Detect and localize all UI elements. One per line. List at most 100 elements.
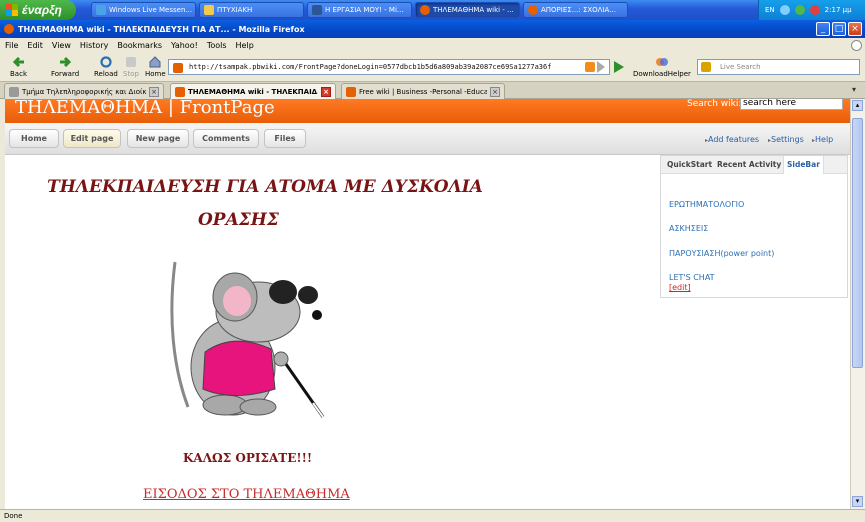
- wiki-search-label: Search wiki:: [687, 99, 742, 109]
- status-bar: Done: [0, 509, 865, 522]
- home-button[interactable]: Home: [145, 55, 166, 78]
- sidebar-tab-recent-activity[interactable]: Recent Activity: [717, 160, 781, 169]
- downloadhelper-button[interactable]: DownloadHelper: [633, 55, 691, 78]
- blind-mouse-image: [170, 261, 325, 418]
- menu-bookmarks[interactable]: Bookmarks: [117, 41, 162, 50]
- reload-label: Reload: [94, 70, 118, 78]
- taskbar-button-label: Η ΕΡΓΑΣΙΑ ΜΟΥ! - Mi...: [325, 6, 404, 14]
- go-button[interactable]: [614, 61, 624, 73]
- settings-link[interactable]: Settings: [768, 135, 804, 144]
- menu-history[interactable]: History: [80, 41, 108, 50]
- taskbar-button-word[interactable]: Η ΕΡΓΑΣΙΑ ΜΟΥ! - Mi...: [307, 2, 412, 18]
- search-input[interactable]: Live Search: [697, 59, 860, 75]
- site-title[interactable]: ΤΗΛΕΜΑΘΗΜΑ | FrontPage: [15, 99, 275, 118]
- nav-new-page[interactable]: New page: [127, 129, 189, 148]
- nav-files[interactable]: Files: [264, 129, 306, 148]
- tab-close-icon[interactable]: ×: [490, 86, 500, 97]
- sidebar-tab-quickstart[interactable]: QuickStart: [667, 160, 712, 169]
- menu-edit[interactable]: Edit: [27, 41, 43, 50]
- forward-label: Forward: [51, 70, 80, 78]
- language-indicator[interactable]: EN: [765, 6, 775, 14]
- address-bar[interactable]: http://tsampak.pbwiki.com/FrontPage?done…: [168, 59, 610, 75]
- taskbar-button-label: Windows Live Messen...: [109, 6, 193, 14]
- rss-feed-icon[interactable]: [585, 62, 595, 72]
- stop-icon: [125, 57, 136, 67]
- menu-yahoo[interactable]: Yahoo!: [171, 41, 198, 50]
- sidebar-link-chat[interactable]: LET'S CHAT: [669, 273, 715, 282]
- taskbar-button-label: ΑΠΟΡΙΕΣ...: ΣΧΟΛΙΑ...: [541, 6, 616, 14]
- home-icon: [149, 56, 161, 68]
- page-heading-line1: ΤΗΛΕΚΠΑΙΔΕΥΣΗ ΓΙΑ ΑΤΟΜΑ ΜΕ ΔΥΣΚΟΛΙΑ: [47, 177, 483, 197]
- sidebar-link-questionnaire[interactable]: ΕΡΩΤΗΜΑΤΟΛΟΓΙΟ: [669, 200, 744, 209]
- scrollbar-thumb[interactable]: [852, 118, 863, 368]
- sidebar-tab-sidebar[interactable]: SideBar: [783, 156, 824, 174]
- wiki-sidebar: QuickStart Recent Activity SideBar ΕΡΩΤΗ…: [660, 155, 848, 298]
- stop-button[interactable]: Stop: [123, 55, 139, 78]
- page-viewport: ΤΗΛΕΜΑΘΗΜΑ | FrontPage Search wiki: sear…: [5, 99, 850, 509]
- messenger-status-icon[interactable]: [794, 5, 805, 15]
- wiki-search-input[interactable]: search here: [740, 99, 843, 110]
- downloadhelper-icon: [655, 58, 668, 66]
- tab-close-icon[interactable]: ×: [321, 86, 331, 97]
- start-label: έναρξη: [22, 3, 62, 17]
- dropdown-arrow-icon[interactable]: [597, 61, 605, 73]
- menu-help[interactable]: Help: [236, 41, 254, 50]
- word-icon: [312, 5, 322, 15]
- taskbar-button-messenger[interactable]: Windows Live Messen...: [91, 2, 196, 18]
- tab-tei[interactable]: Τμήμα Τηλεπληροφορικής και Διοίκησ...×: [4, 83, 164, 99]
- reload-button[interactable]: Reload: [94, 55, 118, 78]
- taskbar-button-firefox-comments[interactable]: ΑΠΟΡΙΕΣ...: ΣΧΟΛΙΑ...: [523, 2, 628, 18]
- back-button[interactable]: Back: [10, 55, 27, 78]
- close-button[interactable]: ×: [848, 22, 862, 36]
- search-engine-icon: [701, 62, 711, 72]
- system-tray: EN 2:17 μμ: [758, 0, 865, 20]
- messenger-icon: [96, 5, 106, 15]
- menu-file[interactable]: File: [5, 41, 18, 50]
- forward-arrow-icon: [60, 56, 72, 68]
- wiki-nav: Home Edit page New page Comments Files A…: [5, 123, 850, 155]
- nav-home[interactable]: Home: [9, 129, 59, 148]
- page-heading-line2: ΟΡΑΣΗΣ: [198, 210, 279, 230]
- downloadhelper-label: DownloadHelper: [633, 70, 691, 78]
- taskbar-button-firefox-wiki[interactable]: ΤΗΛΕΜΑΘΗΜΑ wiki - ...: [415, 2, 520, 18]
- nav-comments[interactable]: Comments: [193, 129, 259, 148]
- tab-freewiki[interactable]: Free wiki | Business -Personal -Educati.…: [341, 83, 505, 99]
- url-text: http://tsampak.pbwiki.com/FrontPage?done…: [189, 63, 552, 71]
- tab-wiki[interactable]: ΤΗΛΕΜΑΘΗΜΑ wiki - ΤΗΛΕΚΠΑΙΔ... ×: [170, 83, 336, 99]
- page-icon: [346, 86, 356, 97]
- menu-tools[interactable]: Tools: [207, 41, 227, 50]
- page-icon: [175, 86, 185, 97]
- minimize-button[interactable]: _: [816, 22, 830, 36]
- scroll-up-icon[interactable]: ▴: [852, 100, 863, 111]
- firefox-icon: [4, 24, 14, 34]
- window-title: ΤΗΛΕΜΑΘΗΜΑ wiki - ΤΗΛΕΚΠΑΙΔΕΥΣΗ ΓΙΑ ΑΤ..…: [18, 24, 305, 34]
- search-placeholder: Live Search: [720, 63, 761, 71]
- sidebar-tabs: QuickStart Recent Activity SideBar: [661, 156, 847, 174]
- start-button[interactable]: έναρξη: [0, 0, 76, 20]
- network-icon[interactable]: [779, 5, 790, 15]
- sidebar-link-exercises[interactable]: ΑΣΚΗΣΕΙΣ: [669, 224, 708, 233]
- enter-course-link[interactable]: ΕΙΣΟΔΟΣ ΣΤΟ ΤΗΛΕΜΑΘΗΜΑ: [143, 487, 350, 502]
- site-favicon: [173, 63, 183, 73]
- taskbar-button-folder[interactable]: ΠΤΥΧΙΑΚΗ: [199, 2, 304, 18]
- tab-label: Τμήμα Τηλεπληροφορικής και Διοίκησ...: [22, 87, 146, 96]
- security-icon[interactable]: [809, 5, 820, 15]
- sidebar-edit-link[interactable]: [edit]: [669, 283, 691, 292]
- status-text: Done: [4, 512, 23, 520]
- sidebar-link-presentation[interactable]: ΠΑΡΟΥΣΙΑΣΗ(power point): [669, 249, 774, 258]
- add-features-link[interactable]: Add features: [705, 135, 759, 144]
- help-link[interactable]: Help: [812, 135, 833, 144]
- forward-button[interactable]: Forward: [51, 55, 79, 78]
- taskbar-button-label: ΤΗΛΕΜΑΘΗΜΑ wiki - ...: [433, 6, 514, 14]
- back-label: Back: [10, 70, 27, 78]
- clock: 2:17 μμ: [824, 6, 852, 14]
- maximize-button[interactable]: □: [832, 22, 846, 36]
- menu-view[interactable]: View: [52, 41, 71, 50]
- tab-close-icon[interactable]: ×: [149, 86, 159, 97]
- scroll-down-icon[interactable]: ▾: [852, 496, 863, 507]
- menu-bar: File Edit View History Bookmarks Yahoo! …: [0, 38, 865, 53]
- tab-label: Free wiki | Business -Personal -Educati.…: [359, 87, 487, 96]
- tab-bar: Τμήμα Τηλεπληροφορικής και Διοίκησ...× Τ…: [0, 82, 865, 99]
- tab-list-arrow-icon[interactable]: ▾: [852, 85, 856, 94]
- nav-edit-page[interactable]: Edit page: [63, 129, 121, 148]
